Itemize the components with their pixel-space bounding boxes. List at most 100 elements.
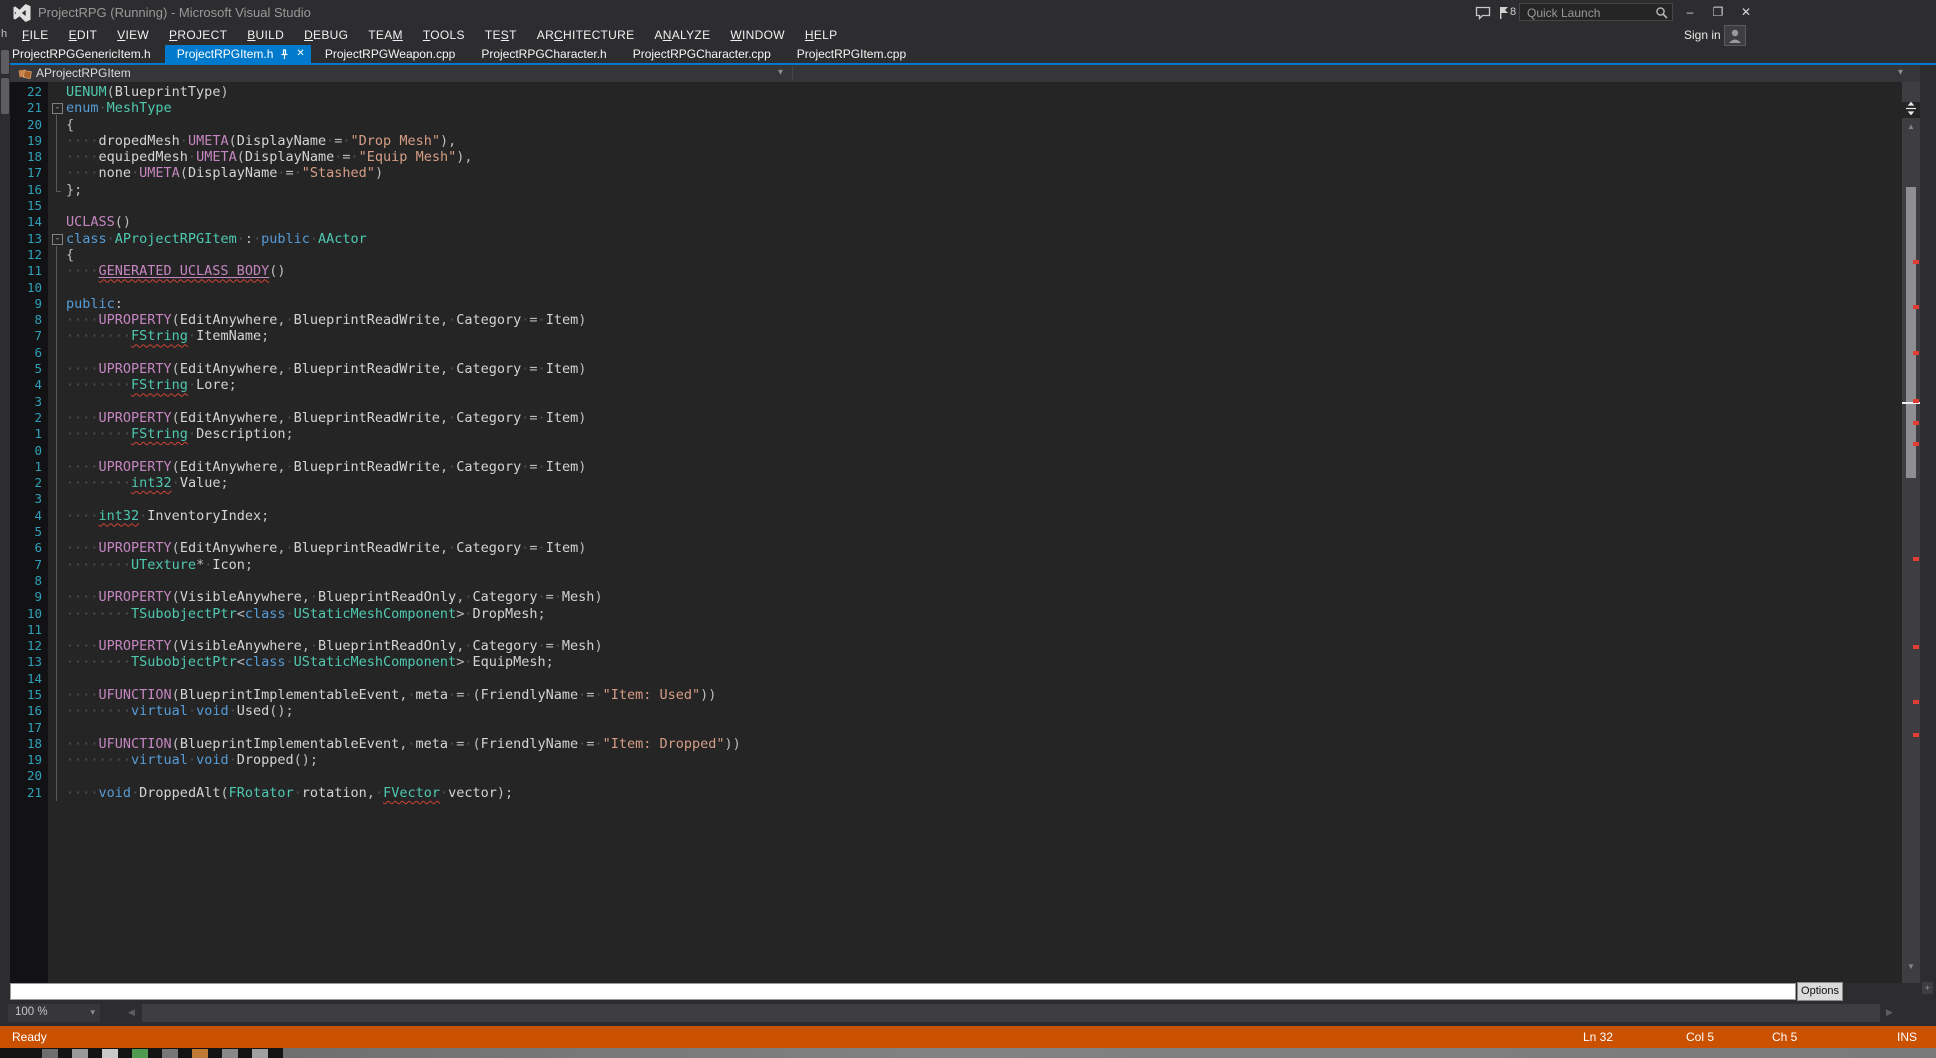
error-mark xyxy=(1913,260,1919,264)
code-text: ····UFUNCTION(BlueprintImplementableEven… xyxy=(66,687,716,703)
fold-margin xyxy=(48,198,66,214)
line-number: 19 xyxy=(10,133,48,149)
fold-margin xyxy=(48,443,66,459)
menu-item-file[interactable]: FILE xyxy=(12,26,59,45)
quick-launch-box[interactable]: Quick Launch xyxy=(1519,3,1673,21)
menu-item-window[interactable]: WINDOW xyxy=(720,26,795,45)
close-tab-icon[interactable]: ✕ xyxy=(296,45,304,63)
menu-item-analyze[interactable]: ANALYZE xyxy=(644,26,720,45)
search-icon[interactable] xyxy=(1655,6,1668,24)
code-line: 13class·AProjectRPGItem·:·public·AActor xyxy=(10,231,1902,247)
autohide-handle[interactable] xyxy=(1,78,9,114)
horizontal-scrollbar[interactable] xyxy=(142,1004,1880,1022)
menu-item-debug[interactable]: DEBUG xyxy=(294,26,358,45)
line-number: 14 xyxy=(10,214,48,230)
taskbar-icon[interactable] xyxy=(72,1049,88,1058)
tab-projectrpgitem.h[interactable]: ProjectRPGItem.h✕ xyxy=(165,45,311,63)
line-number: 10 xyxy=(10,280,48,296)
tab-projectrpgcharacter.h[interactable]: ProjectRPGCharacter.h xyxy=(469,45,618,63)
vim-command-bar[interactable] xyxy=(10,983,1796,1000)
code-text: ····UPROPERTY(VisibleAnywhere,·Blueprint… xyxy=(66,638,603,654)
chevron-down-icon[interactable]: ▾ xyxy=(1898,67,1903,78)
code-line: 3 xyxy=(10,491,1902,507)
restore-button[interactable]: ❐ xyxy=(1706,2,1730,22)
code-line: 18····UFUNCTION(BlueprintImplementableEv… xyxy=(10,736,1902,752)
notification-count[interactable]: 8 xyxy=(1510,6,1516,18)
line-number: 21 xyxy=(10,785,48,801)
taskbar-icon[interactable] xyxy=(222,1049,238,1058)
scrollbar-thumb[interactable] xyxy=(1906,187,1916,478)
fold-collapse-icon[interactable] xyxy=(48,100,66,116)
feedback-bubble-icon[interactable] xyxy=(1475,6,1491,25)
status-insert-mode: INS xyxy=(1897,1030,1917,1044)
chevron-down-icon[interactable]: ▾ xyxy=(778,67,783,78)
scroll-up-arrow[interactable]: ▲ xyxy=(1902,120,1920,134)
fold-margin xyxy=(48,410,66,426)
fold-margin xyxy=(48,557,66,573)
line-number: 1 xyxy=(10,426,48,442)
notifications-flag-icon[interactable] xyxy=(1498,6,1510,25)
autohide-handle[interactable] xyxy=(1,50,9,74)
fold-margin xyxy=(48,491,66,507)
taskbar-icon[interactable] xyxy=(132,1049,148,1058)
sign-in-avatar-icon[interactable] xyxy=(1724,25,1746,46)
vertical-scrollbar[interactable]: ▲ ▼ xyxy=(1902,82,1920,983)
close-button[interactable]: ✕ xyxy=(1734,2,1758,22)
code-line: 7········UTexture*·Icon; xyxy=(10,557,1902,573)
menu-item-tools[interactable]: TOOLS xyxy=(413,26,475,45)
navbar-type-name[interactable]: AProjectRPGItem xyxy=(36,66,131,80)
scroll-left-arrow[interactable]: ◀ xyxy=(128,1007,135,1018)
code-text: ········virtual·void·Dropped(); xyxy=(66,752,318,768)
splitter-grip-icon[interactable] xyxy=(1902,102,1920,118)
line-number: 4 xyxy=(10,377,48,393)
menu-item-view[interactable]: VIEW xyxy=(107,26,159,45)
code-line: 10 xyxy=(10,280,1902,296)
tab-projectrpgcharacter.cpp[interactable]: ProjectRPGCharacter.cpp xyxy=(621,45,783,63)
error-mark xyxy=(1913,645,1919,649)
fold-margin xyxy=(48,720,66,736)
menu-item-build[interactable]: BUILD xyxy=(237,26,294,45)
menu-item-test[interactable]: TEST xyxy=(475,26,527,45)
fold-collapse-icon[interactable] xyxy=(48,231,66,247)
menu-item-team[interactable]: TEAM xyxy=(358,26,413,45)
code-text: ····UPROPERTY(EditAnywhere,·BlueprintRea… xyxy=(66,312,586,328)
taskbar-icon[interactable] xyxy=(192,1049,208,1058)
zoom-select[interactable]: 100 % ▾ xyxy=(8,1004,100,1022)
menu-item-project[interactable]: PROJECT xyxy=(159,26,237,45)
minimize-button[interactable]: – xyxy=(1678,2,1702,22)
taskbar-icon[interactable] xyxy=(162,1049,178,1058)
fold-margin xyxy=(48,149,66,165)
code-editor[interactable]: 22UENUM(BlueprintType)21enum·MeshType20{… xyxy=(10,82,1902,983)
tab-projectrpgitem.cpp[interactable]: ProjectRPGItem.cpp xyxy=(785,45,918,63)
scroll-down-arrow[interactable]: ▼ xyxy=(1902,960,1920,974)
menu-item-edit[interactable]: EDIT xyxy=(59,26,108,45)
tab-projectrpgweapon.cpp[interactable]: ProjectRPGWeapon.cpp xyxy=(313,45,468,63)
navigation-bar[interactable]: AProjectRPGItem ▾ ▾ xyxy=(10,65,1920,82)
taskbar-icon[interactable] xyxy=(252,1049,268,1058)
menu-item-help[interactable]: HELP xyxy=(795,26,848,45)
split-corner-icon[interactable]: + xyxy=(1922,982,1933,994)
autohide-tab[interactable]: h xyxy=(1,28,7,40)
taskbar-icon[interactable] xyxy=(102,1049,118,1058)
fold-margin xyxy=(48,606,66,622)
menu-item-architecture[interactable]: ARCHITECTURE xyxy=(527,26,645,45)
fold-margin xyxy=(48,589,66,605)
code-text: ········int32·Value; xyxy=(66,475,229,491)
scroll-right-arrow[interactable]: ▶ xyxy=(1886,1007,1893,1018)
code-text: { xyxy=(66,117,74,133)
tab-projectrpggenericitem.h[interactable]: ProjectRPGGenericItem.h xyxy=(0,45,163,63)
sign-in-link[interactable]: Sign in xyxy=(1684,28,1721,42)
code-line: 13········TSubobjectPtr<class·UStaticMes… xyxy=(10,654,1902,670)
options-button[interactable]: Options xyxy=(1797,982,1843,1001)
fold-margin xyxy=(48,312,66,328)
fold-margin xyxy=(48,638,66,654)
code-line: 15 xyxy=(10,198,1902,214)
taskbar-icon[interactable] xyxy=(42,1049,58,1058)
fold-margin xyxy=(48,247,66,263)
taskbar[interactable] xyxy=(0,1048,1936,1058)
code-text: ····int32·InventoryIndex; xyxy=(66,508,269,524)
fold-margin xyxy=(48,377,66,393)
fold-margin xyxy=(48,263,66,279)
pin-icon[interactable] xyxy=(280,49,289,60)
fold-margin xyxy=(48,84,66,100)
